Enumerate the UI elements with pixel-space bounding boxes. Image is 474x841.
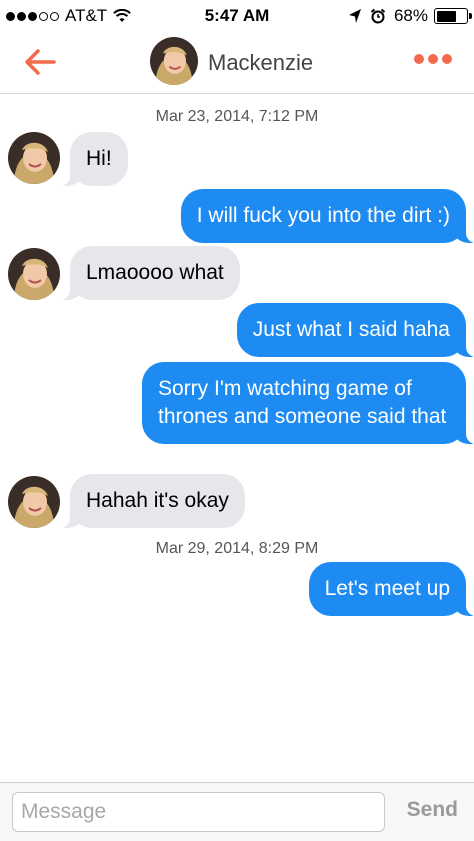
battery-icon [434, 8, 472, 24]
sender-avatar[interactable] [8, 132, 60, 184]
message-bubble-incoming[interactable]: Hahah it's okay [60, 474, 245, 528]
status-bar: AT&T 5:47 AM 68% [0, 0, 474, 34]
message-bubble-incoming[interactable]: Hi! [60, 132, 128, 186]
sender-avatar[interactable] [8, 248, 60, 300]
message-bubble-outgoing[interactable]: Let's meet up [308, 562, 474, 616]
composer-bar: Send [0, 782, 474, 841]
message-text: Lmaoooo what [86, 261, 224, 284]
contact-name[interactable]: Mackenzie [208, 50, 313, 76]
message-text: Let's meet up [324, 577, 450, 600]
message-text: I will fuck you into the dirt :) [196, 204, 450, 227]
message-input[interactable] [12, 792, 385, 832]
alarm-icon [370, 8, 386, 24]
battery-level [436, 10, 457, 22]
nav-bar: Mackenzie [0, 34, 474, 94]
more-dots-icon[interactable] [410, 54, 452, 64]
message-bubble-incoming[interactable]: Lmaoooo what [60, 246, 240, 300]
message-text: Hi! [86, 147, 112, 170]
message-text: Sorry I'm watching game of thrones and s… [158, 377, 447, 428]
send-button[interactable]: Send [407, 798, 458, 822]
message-text: Just what I said haha [252, 318, 450, 341]
message-text: Hahah it's okay [86, 489, 229, 512]
sender-avatar[interactable] [8, 476, 60, 528]
timestamp: Mar 29, 2014, 8:29 PM [155, 540, 319, 557]
battery-percent: 68% [393, 6, 428, 25]
message-bubble-outgoing[interactable]: Sorry I'm watching game of thrones and s… [142, 362, 474, 444]
contact-avatar[interactable] [150, 37, 198, 85]
timestamp: Mar 23, 2014, 7:12 PM [155, 108, 319, 125]
avatar-photo [150, 37, 198, 85]
back-arrow-icon[interactable] [22, 46, 58, 78]
location-arrow-icon [348, 9, 361, 23]
message-bubble-outgoing[interactable]: I will fuck you into the dirt :) [180, 189, 474, 243]
message-bubble-outgoing[interactable]: Just what I said haha [236, 303, 474, 357]
status-right: 68% [348, 6, 472, 26]
